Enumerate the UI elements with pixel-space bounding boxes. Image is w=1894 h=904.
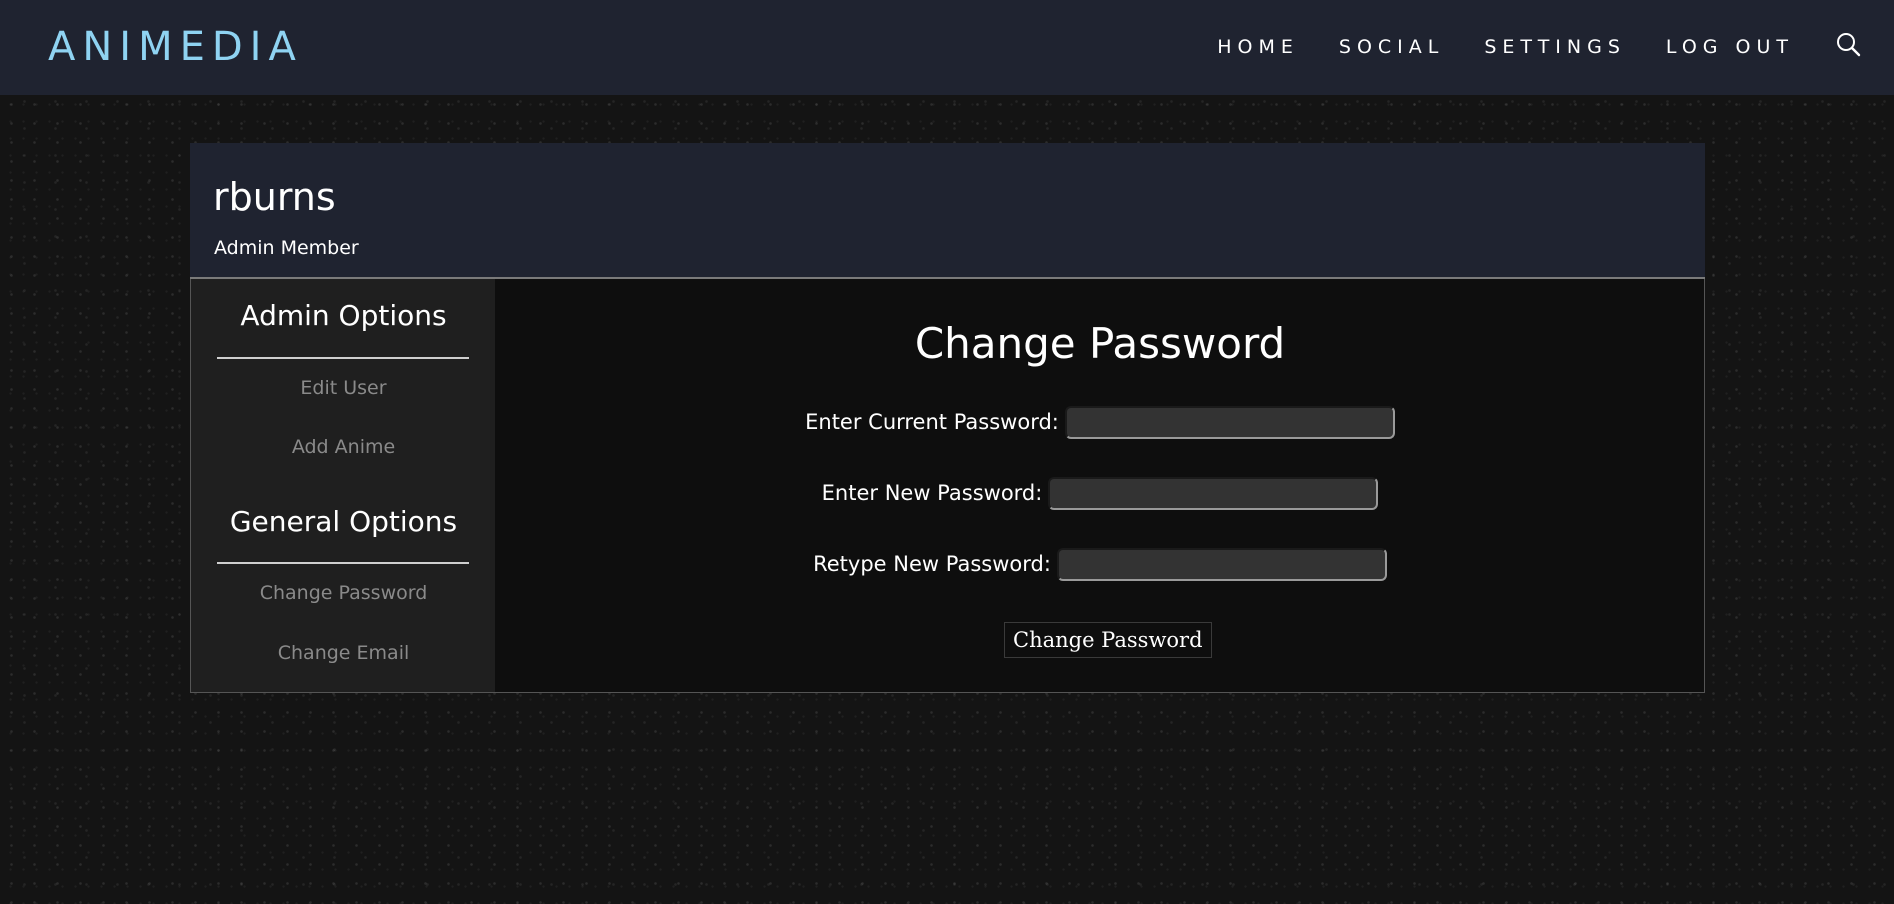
current-password-label: Enter Current Password:	[805, 410, 1059, 434]
search-button[interactable]	[1834, 30, 1864, 60]
sidebar-link-add-anime[interactable]: Add Anime	[191, 435, 496, 459]
nav-settings[interactable]: SETTINGS	[1484, 34, 1626, 60]
general-options-divider	[217, 562, 469, 564]
nav-log-out[interactable]: LOG OUT	[1666, 34, 1794, 60]
admin-options-heading: Admin Options	[240, 299, 447, 332]
page-title: Change Password	[914, 319, 1286, 368]
change-password-button[interactable]: Change Password	[1004, 622, 1212, 658]
site-logo[interactable]: ANIMEDIA	[48, 22, 303, 72]
new-password-label: Enter New Password:	[821, 481, 1043, 505]
sidebar-link-change-password[interactable]: Change Password	[191, 581, 496, 605]
sidebar-link-edit-user[interactable]: Edit User	[191, 376, 496, 400]
new-password-input[interactable]	[1048, 476, 1379, 510]
new-password-row: Enter New Password:	[495, 475, 1705, 511]
current-password-row: Enter Current Password:	[495, 404, 1705, 440]
nav-home[interactable]: HOME	[1217, 34, 1299, 60]
general-options-heading: General Options	[229, 505, 458, 538]
current-password-input[interactable]	[1064, 405, 1395, 439]
search-icon	[1837, 33, 1861, 57]
sidebar-link-change-email[interactable]: Change Email	[191, 641, 496, 665]
member-role: Admin Member	[214, 237, 359, 259]
change-password-panel: Change Password Enter Current Password: …	[495, 279, 1705, 693]
main-nav: HOME SOCIAL SETTINGS LOG OUT	[1217, 34, 1794, 60]
retype-password-input[interactable]	[1056, 547, 1387, 581]
top-nav-bar: ANIMEDIA HOME SOCIAL SETTINGS LOG OUT	[0, 0, 1894, 95]
retype-password-row: Retype New Password:	[495, 546, 1705, 582]
options-sidebar: Admin Options Edit User Add Anime Genera…	[190, 279, 495, 693]
profile-header: rburns Admin Member	[190, 143, 1705, 279]
nav-social[interactable]: SOCIAL	[1339, 34, 1444, 60]
retype-password-label: Retype New Password:	[813, 552, 1051, 576]
admin-options-divider	[217, 357, 469, 359]
username: rburns	[213, 175, 336, 219]
account-settings-card: rburns Admin Member Admin Options Edit U…	[190, 143, 1705, 693]
